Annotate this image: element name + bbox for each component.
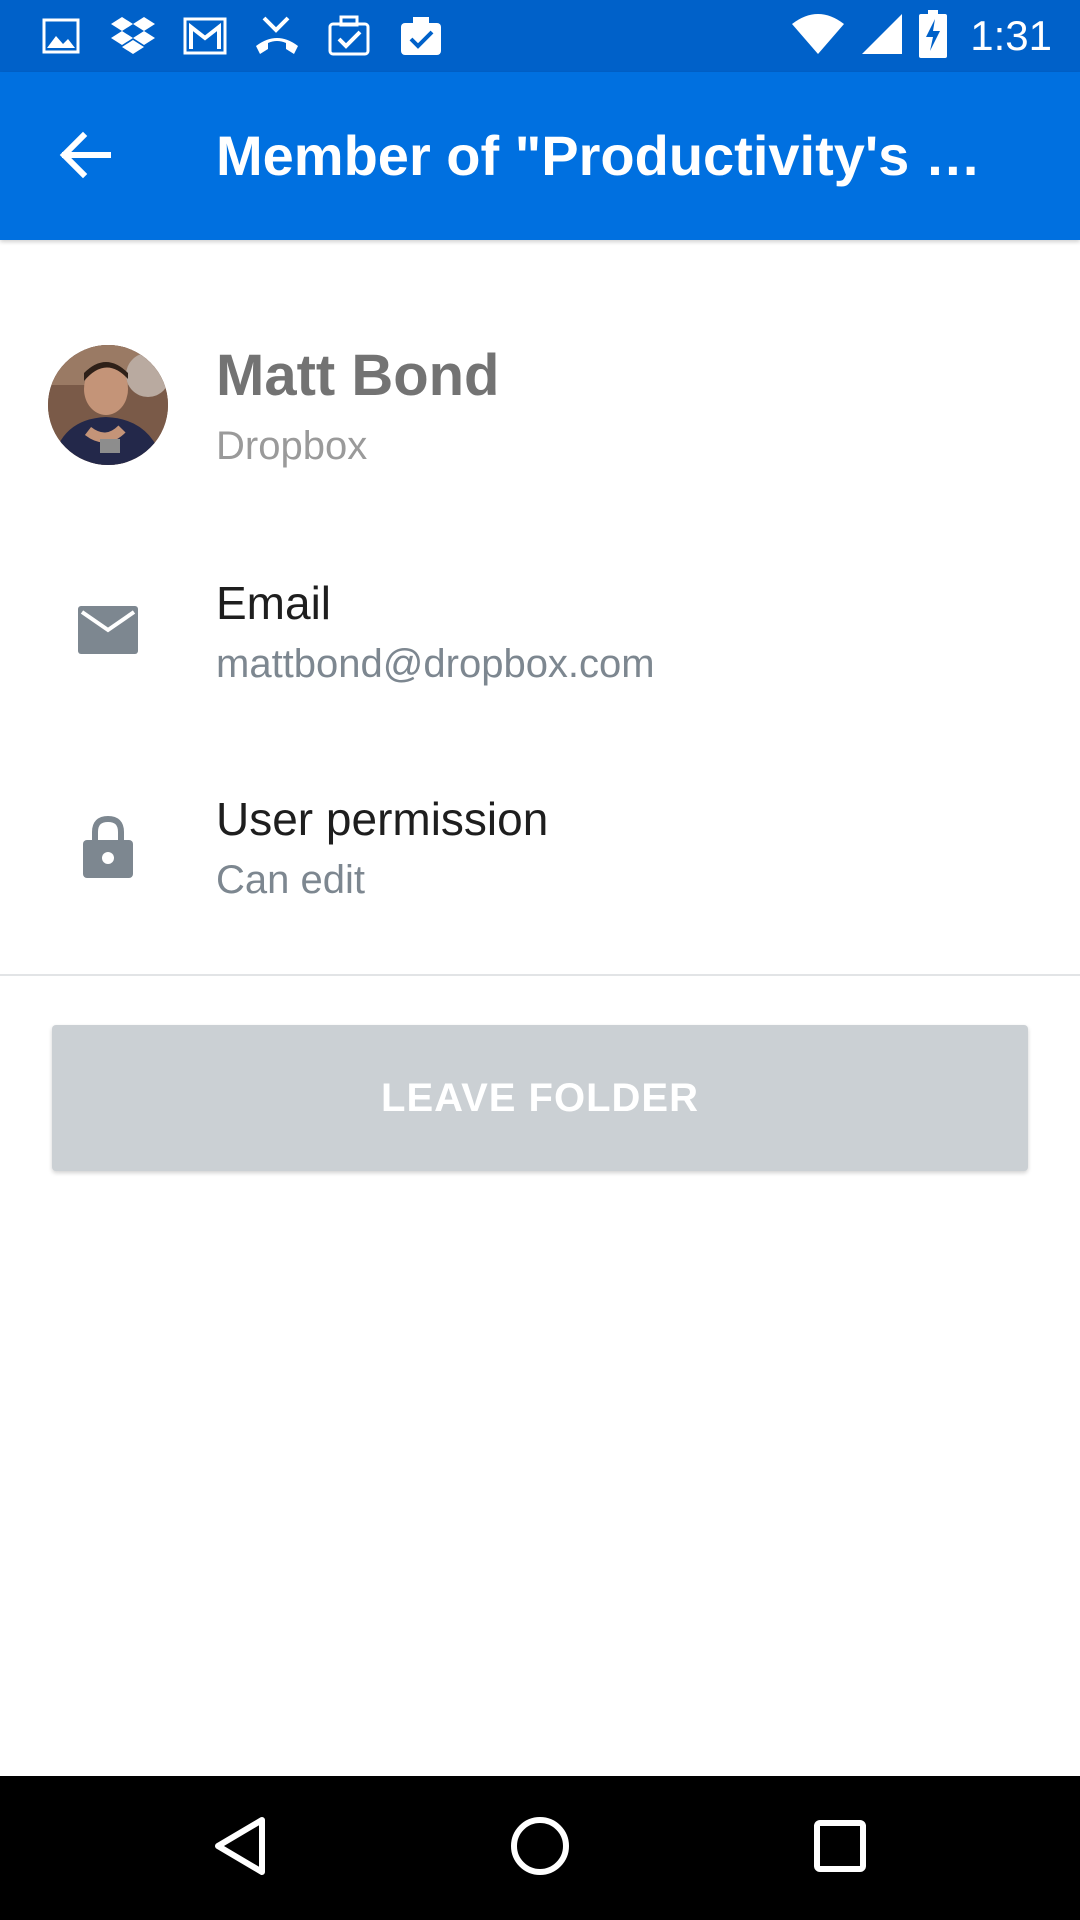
permission-label: User permission xyxy=(216,793,549,845)
back-button[interactable] xyxy=(40,112,130,202)
status-bar: 1:31 xyxy=(0,0,1080,72)
arrow-left-icon xyxy=(59,131,112,184)
home-circle-icon xyxy=(510,1816,570,1881)
wifi-icon xyxy=(790,12,846,61)
back-triangle-icon xyxy=(212,1816,268,1881)
member-organization: Dropbox xyxy=(216,424,368,468)
system-status: 1:31 xyxy=(790,0,1052,72)
member-name: Matt Bond xyxy=(216,343,500,408)
status-time: 1:31 xyxy=(970,12,1052,59)
notification-icons xyxy=(36,0,446,72)
nav-recents-button[interactable] xyxy=(790,1798,890,1898)
nav-back-button[interactable] xyxy=(190,1798,290,1898)
navigation-bar xyxy=(0,1776,1080,1920)
permission-value: Can edit xyxy=(216,858,365,902)
divider xyxy=(0,974,1080,976)
avatar xyxy=(48,345,168,465)
task-done-icon xyxy=(324,11,374,61)
lock-icon xyxy=(58,796,158,896)
app-bar: Member of "Productivity's N… xyxy=(0,72,1080,240)
envelope-icon xyxy=(58,580,158,680)
member-detail-screen: 1:31 Member of "Productivity's N… Matt B… xyxy=(0,0,1080,1920)
recents-square-icon xyxy=(814,1819,866,1877)
email-label: Email xyxy=(216,577,332,629)
cell-signal-icon xyxy=(860,12,904,61)
missed-call-icon xyxy=(252,11,302,61)
nav-home-button[interactable] xyxy=(490,1798,590,1898)
gmail-icon xyxy=(180,11,230,61)
task-check-icon xyxy=(396,11,446,61)
image-icon xyxy=(36,11,86,61)
email-value: mattbond@dropbox.com xyxy=(216,642,655,686)
battery-charging-icon xyxy=(918,9,948,64)
page-title: Member of "Productivity's N… xyxy=(216,124,1016,187)
leave-folder-button[interactable]: LEAVE FOLDER xyxy=(52,1025,1028,1171)
dropbox-icon xyxy=(108,11,158,61)
